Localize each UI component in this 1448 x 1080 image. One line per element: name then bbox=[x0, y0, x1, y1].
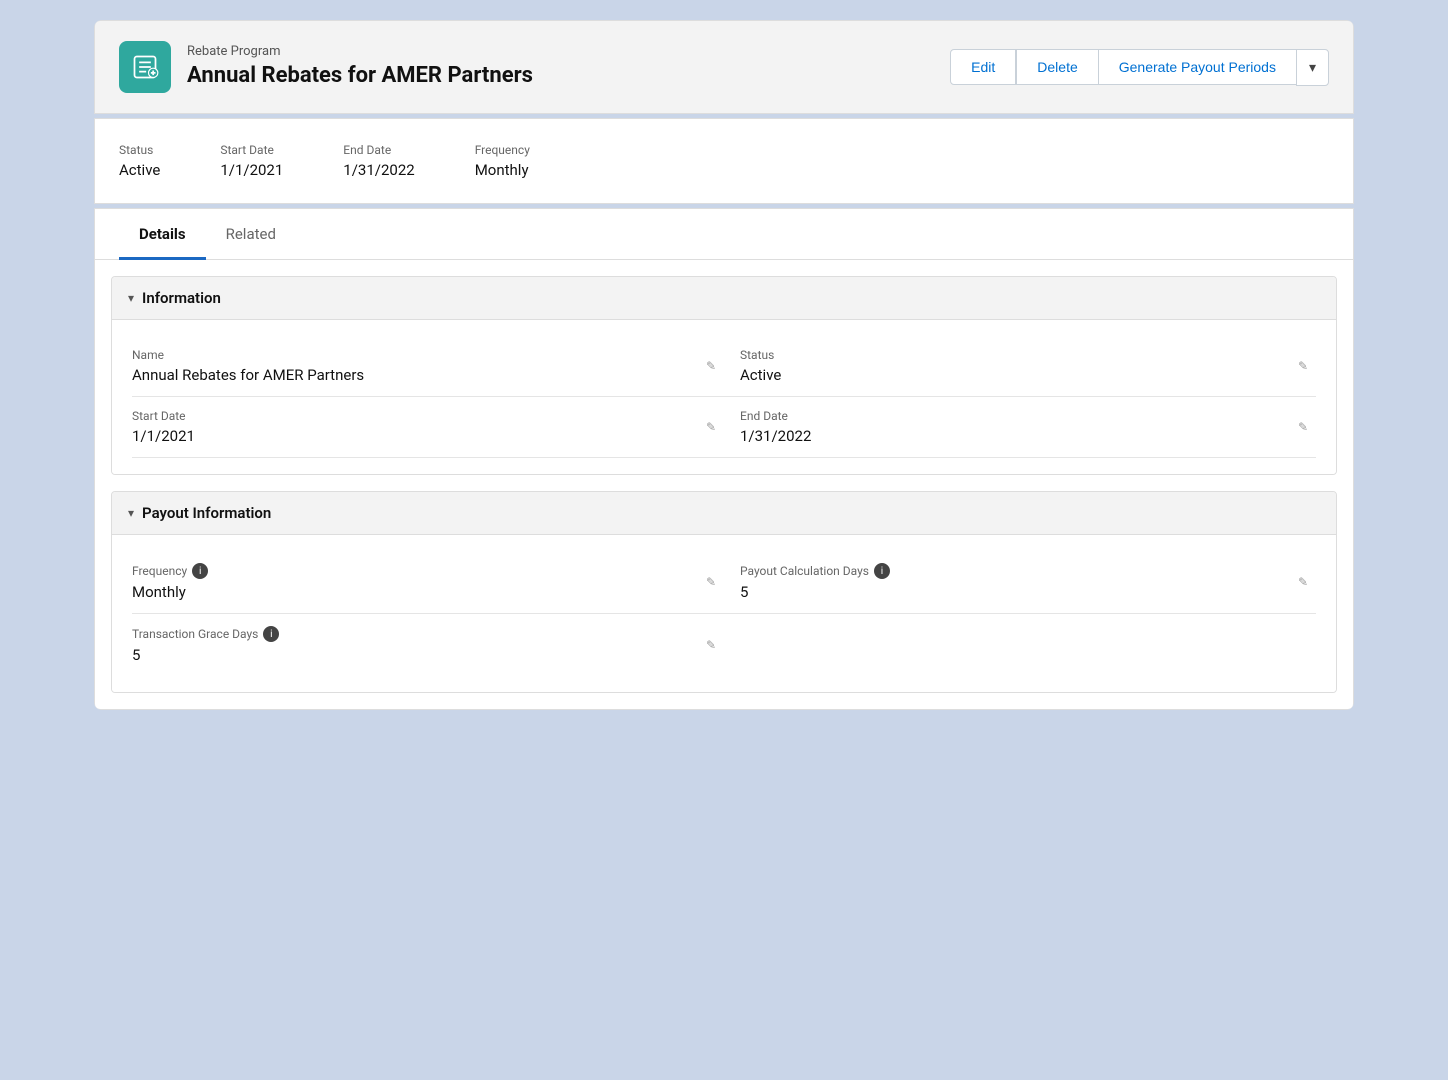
tabs-container: Details Related bbox=[95, 209, 1353, 260]
record-icon bbox=[119, 41, 171, 93]
field-transaction-grace-days-label: Transaction Grace Days i bbox=[132, 626, 684, 642]
summary-status-value: Active bbox=[119, 161, 160, 179]
summary-start-date-label: Start Date bbox=[220, 143, 283, 157]
field-frequency: Frequency i Monthly ✎ bbox=[132, 551, 724, 614]
field-status-label: Status bbox=[740, 348, 1316, 362]
field-payout-calc-days-edit-icon[interactable]: ✎ bbox=[1298, 575, 1308, 589]
header-text: Rebate Program Annual Rebates for AMER P… bbox=[187, 44, 533, 89]
payout-fields-grid: Frequency i Monthly ✎ Payout Calculation… bbox=[132, 551, 1316, 676]
field-frequency-label: Frequency i bbox=[132, 563, 684, 579]
information-section: ▾ Information Name Annual Rebates for AM… bbox=[111, 276, 1337, 475]
summary-start-date: Start Date 1/1/2021 bbox=[220, 143, 283, 179]
field-frequency-edit-icon[interactable]: ✎ bbox=[706, 575, 716, 589]
payout-section-header[interactable]: ▾ Payout Information bbox=[112, 492, 1336, 535]
header-actions: Edit Delete Generate Payout Periods ▾ bbox=[950, 49, 1329, 86]
summary-status-label: Status bbox=[119, 143, 160, 157]
field-end-date-label: End Date bbox=[740, 409, 1316, 423]
information-chevron-icon: ▾ bbox=[128, 291, 134, 305]
payout-section-title: Payout Information bbox=[142, 504, 271, 522]
field-name-edit-icon[interactable]: ✎ bbox=[706, 359, 716, 373]
header-left: Rebate Program Annual Rebates for AMER P… bbox=[119, 41, 533, 93]
summary-status: Status Active bbox=[119, 143, 160, 179]
tab-details[interactable]: Details bbox=[119, 209, 206, 260]
field-payout-calc-days-label: Payout Calculation Days i bbox=[740, 563, 1316, 579]
field-start-date-value: 1/1/2021 bbox=[132, 427, 684, 445]
field-end-date-edit-icon[interactable]: ✎ bbox=[1298, 420, 1308, 434]
summary-frequency: Frequency Monthly bbox=[475, 143, 530, 179]
dropdown-arrow-icon: ▾ bbox=[1309, 59, 1316, 75]
summary-frequency-value: Monthly bbox=[475, 161, 530, 179]
field-transaction-grace-days-value: 5 bbox=[132, 646, 684, 664]
information-section-body: Name Annual Rebates for AMER Partners ✎ … bbox=[112, 320, 1336, 474]
field-start-date-label: Start Date bbox=[132, 409, 684, 423]
summary-end-date-label: End Date bbox=[343, 143, 414, 157]
edit-button[interactable]: Edit bbox=[950, 49, 1016, 85]
field-transaction-grace-days-edit-icon[interactable]: ✎ bbox=[706, 638, 716, 652]
generate-payout-button[interactable]: Generate Payout Periods bbox=[1099, 49, 1296, 85]
main-card: Details Related ▾ Information Name Annua… bbox=[94, 208, 1354, 710]
field-status-value: Active bbox=[740, 366, 1316, 384]
field-payout-calc-days-value: 5 bbox=[740, 583, 1316, 601]
payout-section-body: Frequency i Monthly ✎ Payout Calculation… bbox=[112, 535, 1336, 692]
delete-button[interactable]: Delete bbox=[1016, 49, 1098, 85]
summary-end-date: End Date 1/31/2022 bbox=[343, 143, 414, 179]
field-start-date: Start Date 1/1/2021 ✎ bbox=[132, 397, 724, 458]
payout-calc-days-info-icon[interactable]: i bbox=[874, 563, 890, 579]
field-name: Name Annual Rebates for AMER Partners ✎ bbox=[132, 336, 724, 397]
field-name-label: Name bbox=[132, 348, 684, 362]
summary-end-date-value: 1/31/2022 bbox=[343, 161, 414, 179]
frequency-info-icon[interactable]: i bbox=[192, 563, 208, 579]
summary-card: Status Active Start Date 1/1/2021 End Da… bbox=[94, 118, 1354, 204]
record-name-title: Annual Rebates for AMER Partners bbox=[187, 63, 533, 89]
field-transaction-grace-days: Transaction Grace Days i 5 ✎ bbox=[132, 614, 724, 676]
payout-information-section: ▾ Payout Information Frequency i Monthly… bbox=[111, 491, 1337, 693]
information-section-header[interactable]: ▾ Information bbox=[112, 277, 1336, 320]
record-type-label: Rebate Program bbox=[187, 44, 533, 59]
header-card: Rebate Program Annual Rebates for AMER P… bbox=[94, 20, 1354, 114]
information-section-title: Information bbox=[142, 289, 221, 307]
field-status: Status Active ✎ bbox=[724, 336, 1316, 397]
field-name-value: Annual Rebates for AMER Partners bbox=[132, 366, 684, 384]
field-status-edit-icon[interactable]: ✎ bbox=[1298, 359, 1308, 373]
actions-dropdown-button[interactable]: ▾ bbox=[1296, 49, 1329, 86]
summary-start-date-value: 1/1/2021 bbox=[220, 161, 283, 179]
information-fields-grid: Name Annual Rebates for AMER Partners ✎ … bbox=[132, 336, 1316, 458]
field-start-date-edit-icon[interactable]: ✎ bbox=[706, 420, 716, 434]
summary-frequency-label: Frequency bbox=[475, 143, 530, 157]
page-container: Rebate Program Annual Rebates for AMER P… bbox=[94, 20, 1354, 710]
field-empty-placeholder bbox=[724, 614, 1316, 676]
field-payout-calc-days: Payout Calculation Days i 5 ✎ bbox=[724, 551, 1316, 614]
field-frequency-value: Monthly bbox=[132, 583, 684, 601]
field-end-date-value: 1/31/2022 bbox=[740, 427, 1316, 445]
tab-related[interactable]: Related bbox=[206, 209, 296, 260]
payout-chevron-icon: ▾ bbox=[128, 506, 134, 520]
field-end-date: End Date 1/31/2022 ✎ bbox=[724, 397, 1316, 458]
transaction-grace-days-info-icon[interactable]: i bbox=[263, 626, 279, 642]
